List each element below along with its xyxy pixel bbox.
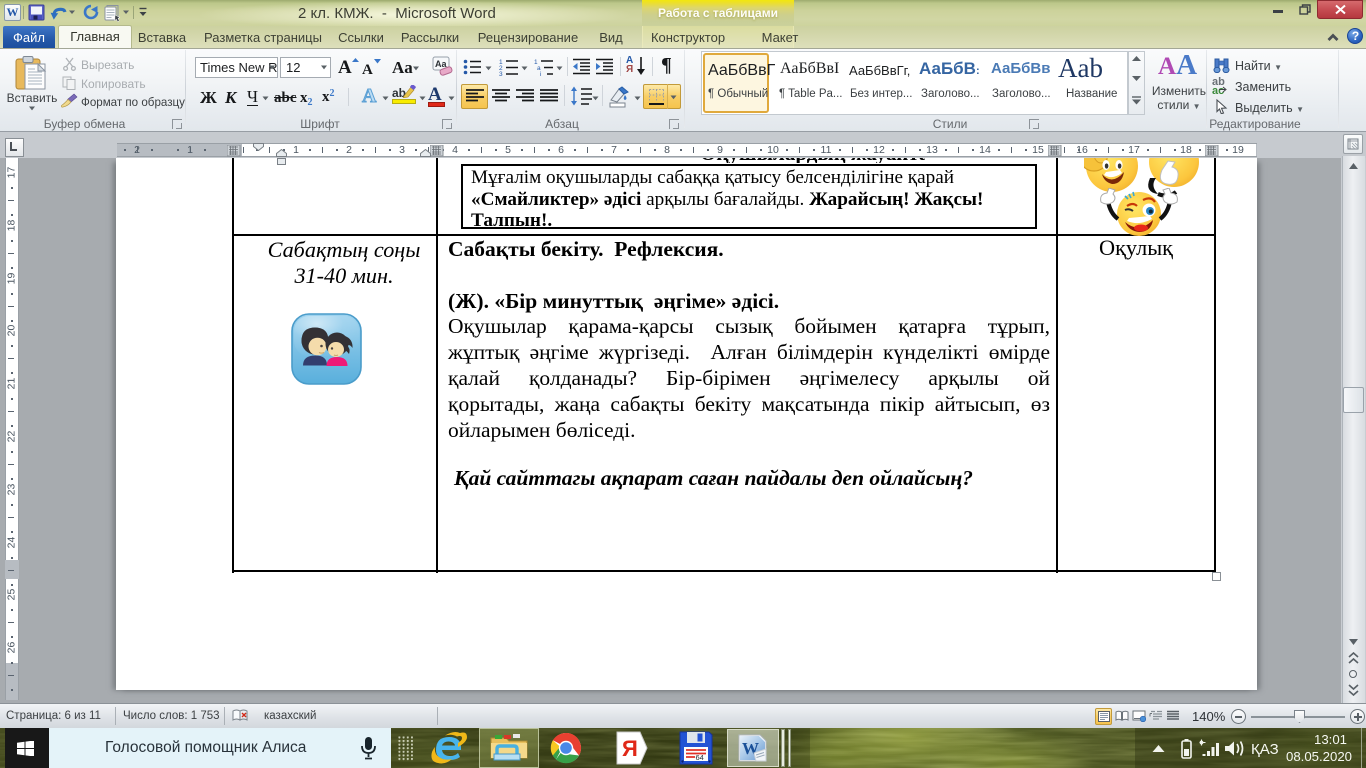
svg-text:i: i [540, 71, 541, 76]
svg-text:Я: Я [622, 736, 638, 761]
svg-text:64: 64 [696, 753, 704, 762]
svg-text:3: 3 [499, 71, 503, 76]
